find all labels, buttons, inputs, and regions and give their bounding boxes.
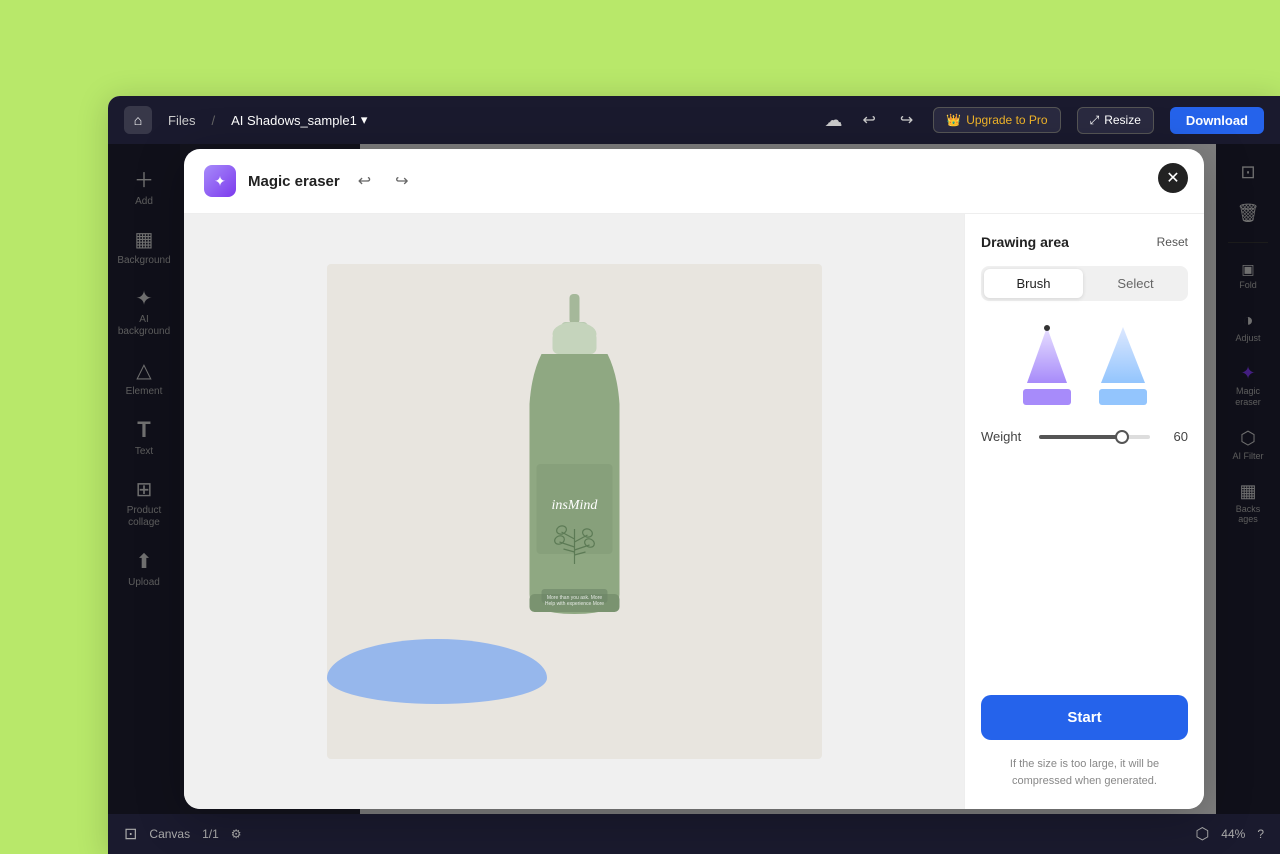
reset-button[interactable]: Reset	[1157, 235, 1188, 249]
compress-note: If the size is too large, it will be com…	[981, 756, 1188, 789]
filename-text: AI Shadows_sample1	[231, 113, 357, 128]
download-button[interactable]: Download	[1170, 107, 1264, 134]
settings-bottom-icon[interactable]: ⚙	[231, 827, 242, 841]
hard-brush-chip	[1099, 389, 1147, 405]
mode-tabs: Brush Select	[981, 266, 1188, 301]
upgrade-button[interactable]: 👑 Upgrade to Pro	[933, 107, 1060, 133]
layers-bottom-icon[interactable]: ⊡	[124, 824, 137, 844]
hard-brush-preview[interactable]	[1093, 325, 1153, 405]
modal-undo-button[interactable]: ↩	[352, 167, 377, 195]
drawing-area-header: Drawing area Reset	[981, 234, 1188, 250]
filename-button[interactable]: AI Shadows_sample1 ▾	[231, 112, 367, 128]
svg-text:insMind: insMind	[552, 498, 599, 513]
resize-label: Resize	[1104, 113, 1141, 127]
modal-overlay: ✦ Magic eraser ↩ ↪ ✕	[108, 144, 1280, 814]
modal-magic-eraser-icon: ✦	[204, 165, 236, 197]
soft-brush-shape	[1017, 325, 1077, 385]
select-tab[interactable]: Select	[1086, 269, 1185, 298]
start-button[interactable]: Start	[981, 695, 1188, 740]
modal: ✦ Magic eraser ↩ ↪ ✕	[184, 149, 1204, 809]
cloud-save-icon[interactable]: ☁	[824, 110, 842, 131]
page-info: 1/1	[202, 827, 219, 841]
weight-thumb[interactable]	[1115, 430, 1129, 444]
canvas-container[interactable]: insMind	[327, 264, 822, 759]
home-icon: ⌂	[134, 112, 142, 128]
modal-redo-button[interactable]: ↪	[389, 167, 414, 195]
brush-tab[interactable]: Brush	[984, 269, 1083, 298]
resize-icon: ⤢	[1090, 113, 1100, 128]
files-button[interactable]: Files	[168, 113, 195, 128]
soft-brush-preview[interactable]	[1017, 325, 1077, 405]
soft-brush-chip	[1023, 389, 1071, 405]
resize-button[interactable]: ⤢ Resize	[1077, 107, 1154, 134]
modal-icon-glyph: ✦	[214, 173, 226, 190]
canvas-label: Canvas	[149, 827, 190, 841]
app-window: ⌂ Files / AI Shadows_sample1 ▾ ☁ ↩ ↪ 👑 U…	[108, 96, 1280, 854]
home-button[interactable]: ⌂	[124, 106, 152, 134]
zoom-percent: 44%	[1221, 827, 1245, 841]
product-image: insMind	[482, 294, 667, 674]
hard-brush-shape	[1093, 325, 1153, 385]
modal-body: insMind	[184, 214, 1204, 809]
modal-title: Magic eraser	[248, 173, 340, 190]
brush-previews	[981, 317, 1188, 413]
weight-label: Weight	[981, 429, 1029, 444]
export-icon[interactable]: ⬡	[1195, 824, 1209, 844]
soft-brush-svg	[1017, 325, 1077, 385]
topbar: ⌂ Files / AI Shadows_sample1 ▾ ☁ ↩ ↪ 👑 U…	[108, 96, 1280, 144]
breadcrumb-separator: /	[211, 113, 215, 128]
spacer	[981, 460, 1188, 679]
hard-brush-svg	[1093, 325, 1153, 385]
modal-settings-panel: Drawing area Reset Brush Select	[964, 214, 1204, 809]
redo-button[interactable]: ↪	[896, 106, 917, 134]
weight-slider[interactable]	[1039, 435, 1150, 439]
modal-canvas: insMind	[184, 214, 964, 809]
modal-header: ✦ Magic eraser ↩ ↪ ✕	[184, 149, 1204, 214]
undo-button[interactable]: ↩	[858, 106, 879, 134]
upgrade-label: Upgrade to Pro	[966, 113, 1047, 127]
bottom-bar: ⊡ Canvas 1/1 ⚙ ⬡ 44% ?	[108, 814, 1280, 854]
modal-close-button[interactable]: ✕	[1158, 163, 1188, 193]
weight-row: Weight 60	[981, 429, 1188, 444]
weight-value: 60	[1160, 429, 1188, 444]
help-icon[interactable]: ?	[1257, 827, 1264, 841]
svg-text:Help with experience More: Help with experience More	[545, 601, 604, 607]
crown-icon: 👑	[946, 113, 961, 127]
drawing-area-title: Drawing area	[981, 234, 1069, 250]
filename-chevron-icon: ▾	[361, 112, 368, 128]
brush-dot	[1044, 325, 1050, 331]
